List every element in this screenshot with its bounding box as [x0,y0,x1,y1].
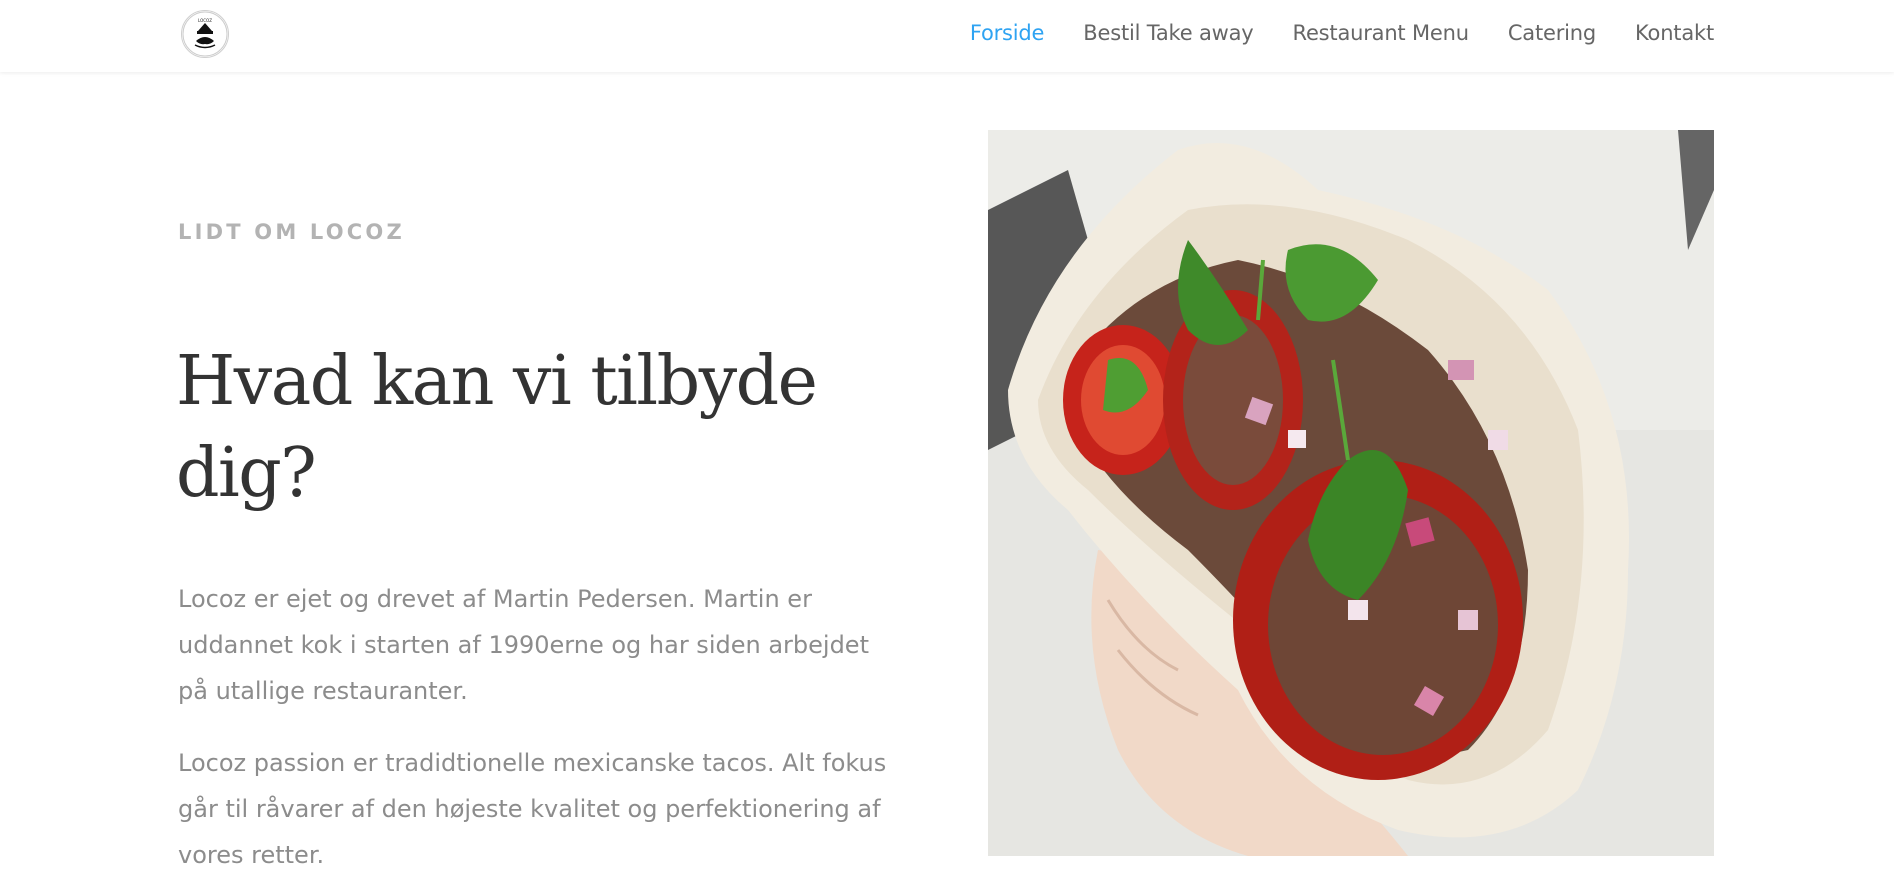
site-header: LOCOZ Forside Bestil Take away Restauran… [0,0,1894,72]
section-eyebrow: LIDT OM LOCOZ [178,220,405,244]
nav-item-kontakt[interactable]: Kontakt [1635,21,1714,45]
svg-text:LOCOZ: LOCOZ [198,18,212,23]
nav-item-forside[interactable]: Forside [970,21,1045,45]
logo[interactable]: LOCOZ [181,10,229,58]
about-paragraph: Locoz er ejet og drevet af Martin Peders… [178,585,869,705]
nav-item-bestil-take-away[interactable]: Bestil Take away [1083,21,1253,45]
taco-image [988,130,1714,856]
main-nav: Forside Bestil Take away Restaurant Menu… [970,0,1714,66]
taco-photo [988,130,1714,856]
about-paragraph: Locoz passion er tradidtionelle mexicans… [178,749,887,869]
nav-item-restaurant-menu[interactable]: Restaurant Menu [1293,21,1470,45]
section-heading: Hvad kan vi tilbyde dig? [176,342,818,513]
nav-item-catering[interactable]: Catering [1508,21,1596,45]
logo-icon: LOCOZ [182,11,228,57]
